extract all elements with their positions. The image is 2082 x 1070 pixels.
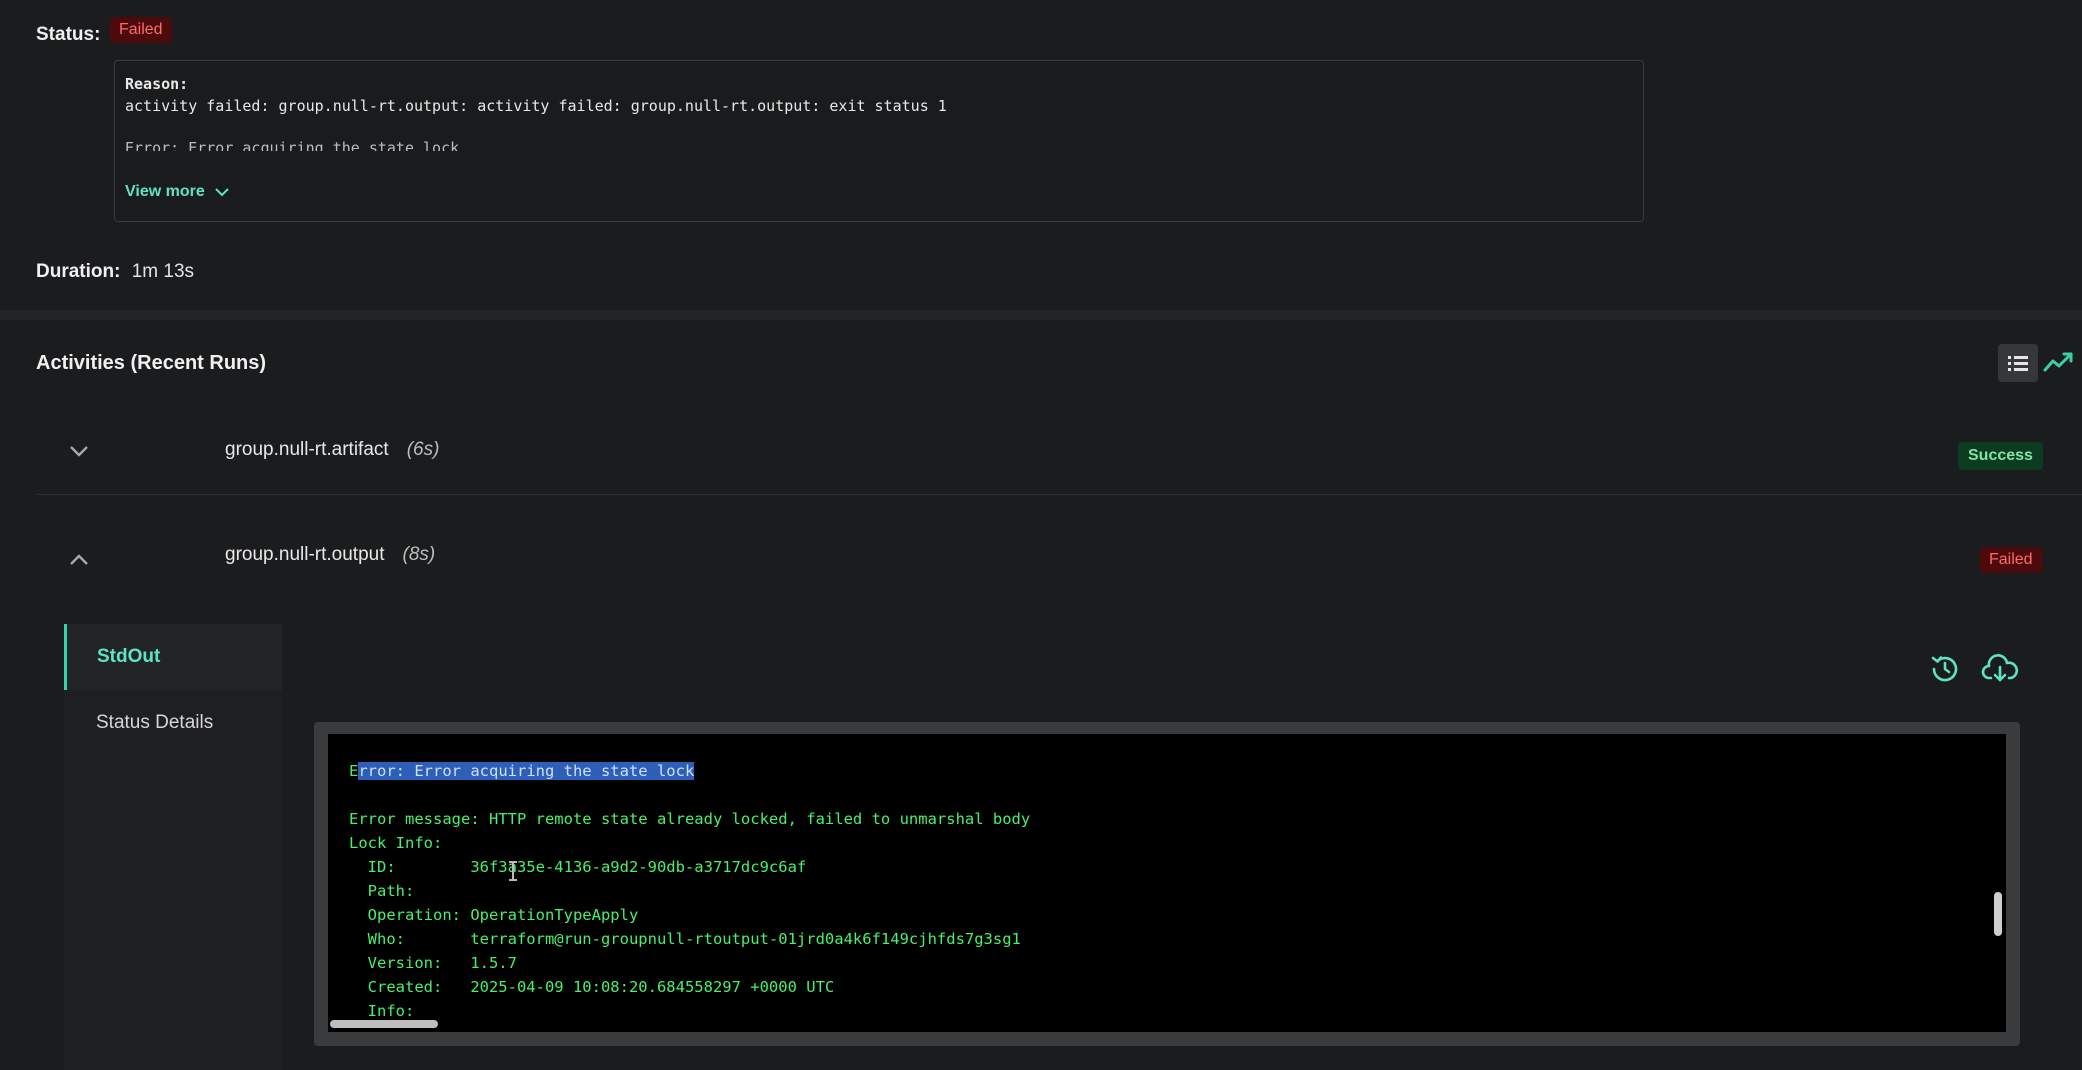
status-badge: Failed xyxy=(110,17,172,43)
list-icon xyxy=(2008,356,2028,371)
history-clock-icon xyxy=(1931,656,1958,682)
refresh-history-button[interactable] xyxy=(1928,652,1962,691)
text-cursor-icon xyxy=(506,860,520,887)
chevron-up-icon xyxy=(70,554,88,565)
terminal-line: Who: terraform@run-groupnull-rtoutput-01… xyxy=(349,930,1021,948)
activity-row-output[interactable]: group.null-rt.output (8s) xyxy=(225,544,435,566)
tab-stdout[interactable]: StdOut xyxy=(64,624,282,690)
log-tabs-panel xyxy=(64,624,282,1070)
terminal-line: Path: xyxy=(349,882,415,900)
terminal-line-start: E xyxy=(349,762,359,780)
terminal-line: Lock Info: xyxy=(349,834,443,852)
collapse-row-output-button[interactable] xyxy=(68,553,90,572)
activity-status-badge: Failed xyxy=(1980,547,2042,573)
status-badge-text: Failed xyxy=(110,17,172,43)
activity-row-artifact[interactable]: group.null-rt.artifact (6s) xyxy=(225,439,439,461)
success-badge-text: Success xyxy=(1958,442,2043,470)
section-divider xyxy=(0,310,2082,320)
activities-title: Activities (Recent Runs) xyxy=(36,352,267,374)
terminal-line: Operation: OperationTypeApply xyxy=(349,906,639,924)
reason-title: Reason: xyxy=(125,75,189,93)
activity-name: group.null-rt.output xyxy=(225,544,385,565)
row-divider xyxy=(36,494,2082,495)
trend-line-icon xyxy=(2043,352,2073,372)
terminal-line: Created: 2025-04-09 10:08:20.684558297 +… xyxy=(349,978,835,996)
expand-row-artifact-button[interactable] xyxy=(68,444,90,463)
terminal-line: Error: Error acquiring the state lock xyxy=(349,762,695,780)
terminal-line: Info: xyxy=(349,1002,415,1020)
activity-name: group.null-rt.artifact xyxy=(225,439,389,460)
activity-duration: (8s) xyxy=(402,544,436,565)
reason-text: Reason: activity failed: group.null-rt.o… xyxy=(125,73,947,117)
tab-status-details[interactable]: Status Details xyxy=(96,712,213,734)
status-label: Status: xyxy=(36,24,101,45)
duration-label: Duration: xyxy=(36,261,121,282)
reason-line: activity failed: group.null-rt.output: a… xyxy=(125,97,947,115)
tab-stdout-label: StdOut xyxy=(97,646,161,667)
view-more-label: View more xyxy=(125,183,205,200)
duration-value: 1m 13s xyxy=(131,261,195,282)
selected-text: rror: Error acquiring the state lock xyxy=(358,762,695,780)
chevron-down-icon xyxy=(70,446,88,457)
chart-view-button[interactable] xyxy=(2042,348,2076,383)
duration-row: Duration: 1m 13s xyxy=(36,261,194,283)
view-more-button[interactable]: View more xyxy=(125,183,229,201)
stdout-terminal[interactable]: Error: Error acquiring the state lock Er… xyxy=(328,734,2006,1032)
terminal-line: ID: 36f3a35e-4136-a9d2-90db-a3717dc9c6af xyxy=(349,858,807,876)
reason-box: Reason: activity failed: group.null-rt.o… xyxy=(114,60,1644,222)
terminal-horizontal-scrollbar[interactable] xyxy=(330,1020,438,1028)
activity-duration: (6s) xyxy=(406,439,440,460)
terminal-vertical-scrollbar[interactable] xyxy=(1994,892,2002,936)
activity-status-badge: Success xyxy=(1958,442,2043,470)
list-view-button[interactable] xyxy=(1998,344,2038,382)
download-log-button[interactable] xyxy=(1981,652,2019,691)
failed-badge-text: Failed xyxy=(1980,547,2042,573)
cloud-download-icon xyxy=(1981,654,2019,682)
reason-truncated-line: Error: Error acquiring the state lock xyxy=(125,139,460,151)
chevron-down-icon xyxy=(215,188,229,197)
terminal-line: Version: 1.5.7 xyxy=(349,954,517,972)
terminal-line: Error message: HTTP remote state already… xyxy=(349,810,1031,828)
